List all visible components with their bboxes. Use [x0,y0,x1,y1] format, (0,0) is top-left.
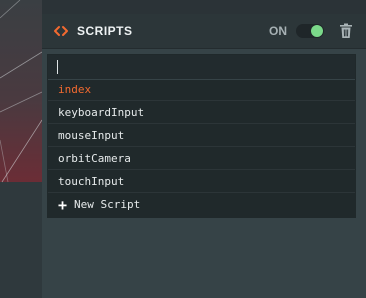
script-item-label: touchInput [58,175,125,188]
plus-icon: + [58,196,68,214]
script-item-mouseinput[interactable]: mouseInput [48,125,355,147]
new-script-button[interactable]: + New Script [48,194,355,216]
panel-top-strip [42,0,366,14]
script-item-label: orbitCamera [58,152,131,165]
script-dropdown: index keyboardInput mouseInput orbitCame… [47,54,356,218]
grid-lines [0,0,42,183]
script-item-touchinput[interactable]: touchInput [48,171,355,193]
script-item-label: mouseInput [58,129,125,142]
script-item-index[interactable]: index [48,79,355,101]
text-caret [57,60,58,74]
script-item-keyboardinput[interactable]: keyboardInput [48,102,355,124]
script-item-orbitcamera[interactable]: orbitCamera [48,148,355,170]
script-item-label: index [58,83,92,96]
script-search-input[interactable] [48,55,355,80]
new-script-label: New Script [74,198,141,211]
panel-title: SCRIPTS [77,24,133,38]
toggle-knob [311,25,323,37]
scripts-panel: SCRIPTS ON index keyboardInput mouseInpu… [42,0,366,298]
script-item-label: keyboardInput [58,106,145,119]
trash-icon[interactable] [339,23,353,39]
toggle-label: ON [269,24,287,38]
enable-toggle[interactable] [296,24,324,38]
scripts-header: SCRIPTS ON [42,14,366,49]
code-brackets-icon [54,26,68,36]
viewport-3d[interactable] [0,0,42,298]
